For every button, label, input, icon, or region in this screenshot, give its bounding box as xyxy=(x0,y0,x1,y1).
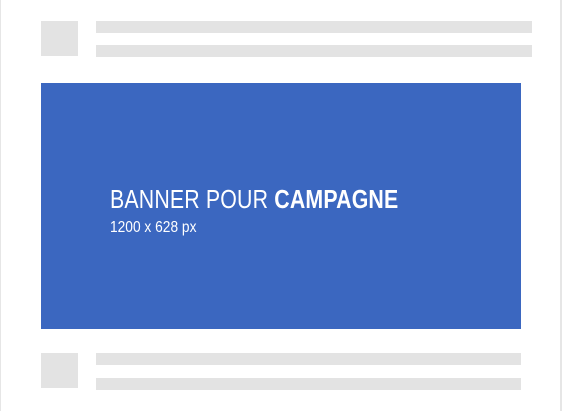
bottom-text-line-placeholder xyxy=(96,378,521,390)
banner-title: BANNER POUR CAMPAGNE xyxy=(110,184,398,214)
banner-title-regular: BANNER POUR xyxy=(110,184,269,214)
top-thumbnail-placeholder xyxy=(41,21,78,56)
top-text-line-placeholder xyxy=(96,45,532,57)
bottom-text-line-placeholder xyxy=(96,353,521,365)
frame-border-left xyxy=(0,0,1,411)
banner-title-bold: CAMPAGNE xyxy=(274,184,399,214)
ad-layout-mockup: BANNER POUR CAMPAGNE 1200 x 628 px xyxy=(0,0,562,411)
campaign-banner: BANNER POUR CAMPAGNE 1200 x 628 px xyxy=(41,83,521,329)
top-text-line-placeholder xyxy=(96,21,532,33)
banner-dimensions: 1200 x 628 px xyxy=(110,219,197,236)
bottom-thumbnail-placeholder xyxy=(41,353,78,388)
